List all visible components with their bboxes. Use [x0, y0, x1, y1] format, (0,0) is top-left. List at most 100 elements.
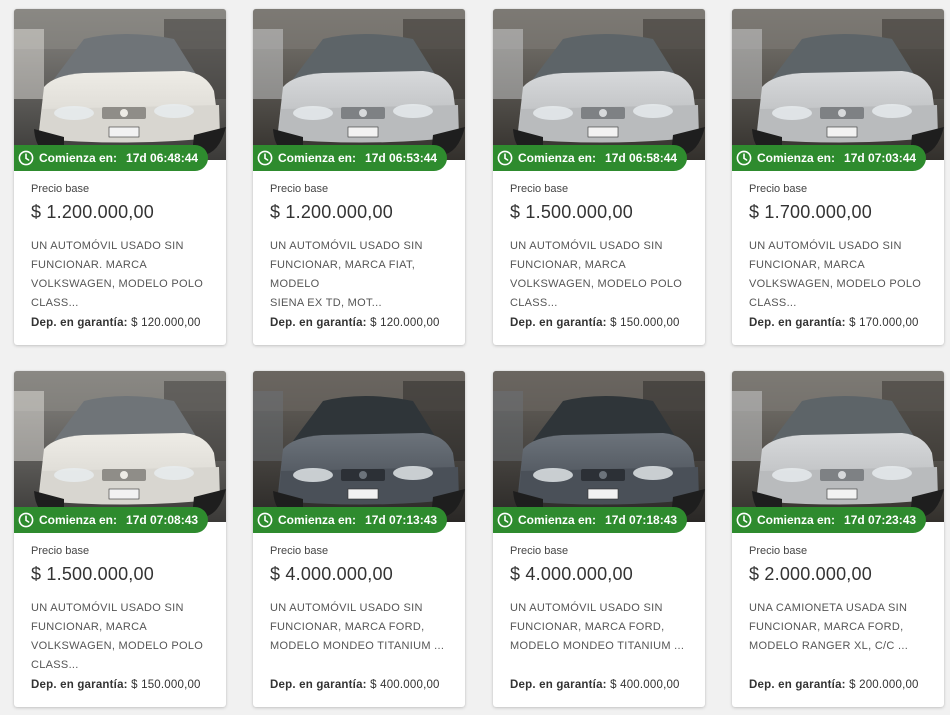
deposit-line: Dep. en garantía: $ 170.000,00: [749, 317, 934, 329]
auction-card[interactable]: Comienza en: 17d 07:18:43 Precio base $ …: [493, 371, 705, 707]
car-photo[interactable]: [732, 371, 944, 522]
countdown-value: 17d 07:18:43: [605, 513, 678, 527]
car-photo[interactable]: [14, 371, 226, 522]
countdown-label: Comienza en:: [518, 151, 597, 165]
price-base-label: Precio base: [749, 545, 808, 557]
description-line: UN AUTOMÓVIL USADO SIN: [270, 602, 423, 614]
countdown-value: 17d 07:23:43: [844, 513, 917, 527]
description-line: VOLKSWAGEN, MODELO POLO: [749, 278, 922, 290]
countdown-label: Comienza en:: [278, 151, 357, 165]
description-line: FUNCIONAR. MARCA: [31, 259, 148, 271]
price-value: $ 4.000.000,00: [270, 564, 393, 584]
price-base-label: Precio base: [31, 183, 90, 195]
auction-card[interactable]: Comienza en: 17d 06:53:44 Precio base $ …: [253, 9, 465, 345]
description-line: FUNCIONAR, MARCA FORD,: [270, 621, 425, 633]
countdown-badge: Comienza en: 17d 07:03:44: [732, 145, 927, 171]
clock-icon: [18, 150, 34, 166]
price-value: $ 1.500.000,00: [510, 202, 633, 222]
description-line: CLASS...: [510, 297, 558, 309]
lot-description: UN AUTOMÓVIL USADO SIN FUNCIONAR, MARCA F…: [270, 599, 455, 675]
description-line: FUNCIONAR, MARCA: [510, 259, 627, 271]
countdown-badge: Comienza en: 17d 07:13:43: [253, 507, 448, 533]
car-photo[interactable]: [732, 9, 944, 160]
description-line: FUNCIONAR, MARCA: [31, 621, 148, 633]
deposit-line: Dep. en garantía: $ 120.000,00: [31, 317, 216, 329]
auction-card[interactable]: Comienza en: 17d 07:13:43 Precio base $ …: [253, 371, 465, 707]
car-photo[interactable]: [14, 9, 226, 160]
description-line: UN AUTOMÓVIL USADO SIN: [270, 240, 423, 252]
lot-description: UN AUTOMÓVIL USADO SIN FUNCIONAR, MARCA VO…: [31, 599, 216, 675]
auction-card[interactable]: Comienza en: 17d 06:58:44 Precio base $ …: [493, 9, 705, 345]
lot-description: UN AUTOMÓVIL USADO SIN FUNCIONAR, MARCA F…: [510, 599, 695, 675]
deposit-line: Dep. en garantía: $ 200.000,00: [749, 679, 934, 691]
countdown-label: Comienza en:: [39, 513, 118, 527]
deposit-label: Dep. en garantía:: [270, 317, 367, 329]
description-line: FUNCIONAR, MARCA FORD,: [510, 621, 665, 633]
description-line: VOLKSWAGEN, MODELO POLO: [31, 640, 204, 652]
lot-description: UN AUTOMÓVIL USADO SIN FUNCIONAR, MARCA VO…: [510, 237, 695, 313]
clock-icon: [736, 150, 752, 166]
price-base-label: Precio base: [270, 545, 329, 557]
deposit-label: Dep. en garantía:: [270, 679, 367, 691]
description-line: UN AUTOMÓVIL USADO SIN: [31, 240, 184, 252]
deposit-label: Dep. en garantía:: [749, 679, 846, 691]
auction-card[interactable]: Comienza en: 17d 07:23:43 Precio base $ …: [732, 371, 944, 707]
clock-icon: [257, 512, 273, 528]
description-line: CLASS...: [749, 297, 797, 309]
description-line: VOLKSWAGEN, MODELO POLO: [510, 278, 683, 290]
description-line: UN AUTOMÓVIL USADO SIN: [510, 602, 663, 614]
countdown-label: Comienza en:: [39, 151, 118, 165]
price-value: $ 4.000.000,00: [510, 564, 633, 584]
price-base-label: Precio base: [510, 183, 569, 195]
countdown-value: 17d 07:03:44: [844, 151, 917, 165]
description-line: MODELO MONDEO TITANIUM ...: [510, 640, 685, 652]
countdown-badge: Comienza en: 17d 07:23:43: [732, 507, 927, 533]
deposit-label: Dep. en garantía:: [31, 679, 128, 691]
price-base-label: Precio base: [510, 545, 569, 557]
countdown-badge: Comienza en: 17d 06:48:44: [14, 145, 209, 171]
lot-description: UN AUTOMÓVIL USADO SIN FUNCIONAR, MARCA VO…: [749, 237, 934, 313]
price-base-label: Precio base: [749, 183, 808, 195]
deposit-amount: $ 200.000,00: [849, 679, 919, 691]
countdown-badge: Comienza en: 17d 06:58:44: [493, 145, 688, 171]
description-line: CLASS...: [31, 297, 79, 309]
deposit-line: Dep. en garantía: $ 150.000,00: [510, 317, 695, 329]
description-line: MODELO MONDEO TITANIUM ...: [270, 640, 445, 652]
description-line: UN AUTOMÓVIL USADO SIN: [31, 602, 184, 614]
deposit-amount: $ 150.000,00: [131, 679, 201, 691]
clock-icon: [736, 512, 752, 528]
lot-description: UN AUTOMÓVIL USADO SIN FUNCIONAR. MARCA VO…: [31, 237, 216, 313]
deposit-line: Dep. en garantía: $ 150.000,00: [31, 679, 216, 691]
countdown-value: 17d 06:58:44: [605, 151, 678, 165]
deposit-label: Dep. en garantía:: [510, 317, 607, 329]
deposit-amount: $ 400.000,00: [610, 679, 680, 691]
car-photo[interactable]: [493, 9, 705, 160]
car-photo[interactable]: [253, 9, 465, 160]
description-line: UN AUTOMÓVIL USADO SIN: [510, 240, 663, 252]
price-base-label: Precio base: [31, 545, 90, 557]
price-base-label: Precio base: [270, 183, 329, 195]
countdown-value: 17d 07:13:43: [365, 513, 438, 527]
price-value: $ 1.700.000,00: [749, 202, 872, 222]
price-value: $ 1.500.000,00: [31, 564, 154, 584]
countdown-badge: Comienza en: 17d 07:08:43: [14, 507, 209, 533]
description-line: MODELO RANGER XL, C/C ...: [749, 640, 909, 652]
auction-card[interactable]: Comienza en: 17d 07:08:43 Precio base $ …: [14, 371, 226, 707]
description-line: FUNCIONAR, MARCA FORD,: [749, 621, 904, 633]
deposit-label: Dep. en garantía:: [749, 317, 846, 329]
description-line: CLASS...: [31, 659, 79, 671]
deposit-amount: $ 150.000,00: [610, 317, 680, 329]
auction-card[interactable]: Comienza en: 17d 06:48:44 Precio base $ …: [14, 9, 226, 345]
deposit-label: Dep. en garantía:: [31, 317, 128, 329]
car-photo[interactable]: [253, 371, 465, 522]
countdown-value: 17d 07:08:43: [126, 513, 199, 527]
deposit-label: Dep. en garantía:: [510, 679, 607, 691]
description-line: SIENA EX TD, MOT...: [270, 297, 382, 309]
auction-card[interactable]: Comienza en: 17d 07:03:44 Precio base $ …: [732, 9, 944, 345]
price-value: $ 1.200.000,00: [31, 202, 154, 222]
price-value: $ 1.200.000,00: [270, 202, 393, 222]
countdown-value: 17d 06:53:44: [365, 151, 438, 165]
description-line: UNA CAMIONETA USADA SIN: [749, 602, 908, 614]
description-line: FUNCIONAR, MARCA: [749, 259, 866, 271]
car-photo[interactable]: [493, 371, 705, 522]
